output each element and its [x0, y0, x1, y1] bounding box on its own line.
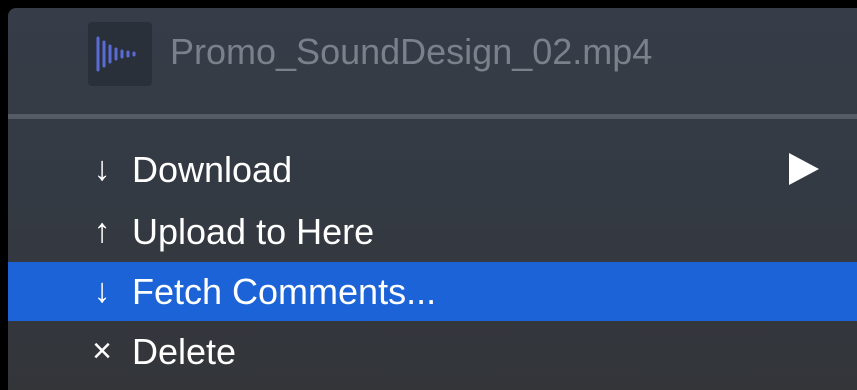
delete-x-icon: × — [92, 332, 112, 370]
fetch-arrow-icon: ↓ — [93, 272, 111, 310]
download-arrow-icon: ↓ — [93, 150, 111, 188]
submenu-arrow-icon — [789, 153, 819, 185]
menu-item-label: Delete — [132, 331, 237, 372]
menu-item-label: Fetch Comments... — [132, 271, 437, 312]
menu-item-download[interactable]: ↓ Download — [8, 140, 857, 199]
file-header: Promo_SoundDesign_02.mp4 — [8, 8, 857, 106]
file-name: Promo_SoundDesign_02.mp4 — [170, 31, 653, 72]
menu-item-fetch-comments[interactable]: ↓ Fetch Comments... — [8, 262, 857, 321]
menu-item-label: Upload to Here — [132, 211, 375, 252]
upload-arrow-icon: ↑ — [93, 212, 111, 250]
menu-item-upload[interactable]: ↑ Upload to Here — [8, 202, 857, 261]
menu-item-label: Download — [132, 149, 293, 190]
context-menu: Promo_SoundDesign_02.mp4 ↓ Download ↑ Up… — [8, 8, 857, 390]
audio-waveform-icon — [88, 22, 152, 86]
menu-separator — [8, 114, 857, 119]
menu-item-delete[interactable]: × Delete — [8, 322, 857, 381]
